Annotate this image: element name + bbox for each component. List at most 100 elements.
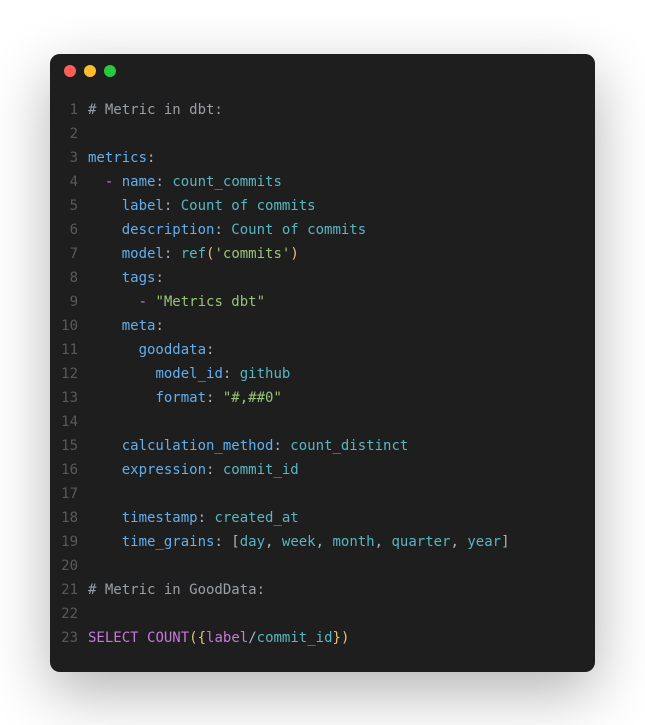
token-value: week [282, 534, 316, 550]
line-number: 14 [60, 410, 88, 434]
code-line: 18 timestamp: created_at [60, 506, 579, 530]
token-punct [88, 198, 122, 214]
code-line: 12 model_id: github [60, 362, 579, 386]
token-punct: : [147, 150, 155, 166]
token-punct: ] [501, 534, 509, 550]
code-line: 13 format: "#,##0" [60, 386, 579, 410]
line-content: format: "#,##0" [88, 386, 282, 410]
line-content: - "Metrics dbt" [88, 290, 265, 314]
token-key: calculation_method [122, 438, 274, 454]
token-value: day [240, 534, 265, 550]
token-key: name [122, 174, 156, 190]
token-value: count_commits [172, 174, 282, 190]
token-key: meta [122, 318, 156, 334]
token-punct: : [223, 366, 240, 382]
line-number: 21 [60, 578, 88, 602]
token-punct [113, 174, 121, 190]
line-number: 4 [60, 170, 88, 194]
token-value: Count of commits [231, 222, 366, 238]
token-paren: ) [341, 630, 349, 646]
line-number: 15 [60, 434, 88, 458]
line-number: 10 [60, 314, 88, 338]
token-string: "#,##0" [223, 390, 282, 406]
token-comment: # Metric in dbt: [88, 102, 223, 118]
token-punct [88, 222, 122, 238]
line-content: SELECT COUNT({label/commit_id}) [88, 626, 349, 650]
token-ident2: commit_id [257, 630, 333, 646]
token-punct [88, 462, 122, 478]
token-key: timestamp [122, 510, 198, 526]
token-value: count_distinct [290, 438, 408, 454]
token-punct: : [ [214, 534, 239, 550]
code-editor[interactable]: 1# Metric in dbt:23metrics:4 - name: cou… [50, 88, 595, 672]
code-line: 20 [60, 554, 579, 578]
line-content: model: ref('commits') [88, 242, 299, 266]
line-content: # Metric in GoodData: [88, 578, 265, 602]
line-number: 5 [60, 194, 88, 218]
code-line: 1# Metric in dbt: [60, 98, 579, 122]
token-punct [88, 510, 122, 526]
token-punct: , [316, 534, 333, 550]
minimize-icon[interactable] [84, 65, 96, 77]
token-punct: , [375, 534, 392, 550]
line-number: 13 [60, 386, 88, 410]
token-key: label [122, 198, 164, 214]
line-content: label: Count of commits [88, 194, 316, 218]
token-punct: : [273, 438, 290, 454]
maximize-icon[interactable] [104, 65, 116, 77]
code-line: 3metrics: [60, 146, 579, 170]
token-key: model_id [155, 366, 222, 382]
line-number: 12 [60, 362, 88, 386]
token-punct: , [451, 534, 468, 550]
code-line: 7 model: ref('commits') [60, 242, 579, 266]
line-content: meta: [88, 314, 164, 338]
token-paren: ( [189, 630, 197, 646]
line-number: 17 [60, 482, 88, 506]
line-number: 3 [60, 146, 88, 170]
code-line: 4 - name: count_commits [60, 170, 579, 194]
line-number: 23 [60, 626, 88, 650]
token-punct [139, 630, 147, 646]
token-punct: : [206, 342, 214, 358]
token-string: "Metrics dbt" [155, 294, 265, 310]
line-number: 11 [60, 338, 88, 362]
token-dash: - [139, 294, 147, 310]
token-punct [88, 438, 122, 454]
line-number: 2 [60, 122, 88, 146]
token-value: quarter [391, 534, 450, 550]
titlebar [50, 54, 595, 88]
line-number: 19 [60, 530, 88, 554]
line-number: 8 [60, 266, 88, 290]
code-line: 19 time_grains: [day, week, month, quart… [60, 530, 579, 554]
token-func: ref [181, 246, 206, 262]
code-line: 17 [60, 482, 579, 506]
token-slash: / [248, 630, 256, 646]
code-line: 14 [60, 410, 579, 434]
token-punct: , [265, 534, 282, 550]
token-key: model [122, 246, 164, 262]
code-line: 10 meta: [60, 314, 579, 338]
token-ident: label [206, 630, 248, 646]
token-comment: # Metric in GoodData: [88, 582, 265, 598]
line-content: - name: count_commits [88, 170, 282, 194]
code-line: 16 expression: commit_id [60, 458, 579, 482]
line-content: metrics: [88, 146, 155, 170]
token-key: metrics [88, 150, 147, 166]
line-content: tags: [88, 266, 164, 290]
line-number: 22 [60, 602, 88, 626]
code-line: 6 description: Count of commits [60, 218, 579, 242]
token-kw: COUNT [147, 630, 189, 646]
code-line: 8 tags: [60, 266, 579, 290]
token-value: month [332, 534, 374, 550]
code-line: 5 label: Count of commits [60, 194, 579, 218]
token-punct [88, 246, 122, 262]
code-line: 15 calculation_method: count_distinct [60, 434, 579, 458]
line-content: timestamp: created_at [88, 506, 299, 530]
token-punct [88, 366, 155, 382]
token-punct [88, 342, 139, 358]
token-punct: : [155, 174, 172, 190]
token-key: format [155, 390, 206, 406]
line-number: 18 [60, 506, 88, 530]
close-icon[interactable] [64, 65, 76, 77]
token-punct: : [155, 318, 163, 334]
